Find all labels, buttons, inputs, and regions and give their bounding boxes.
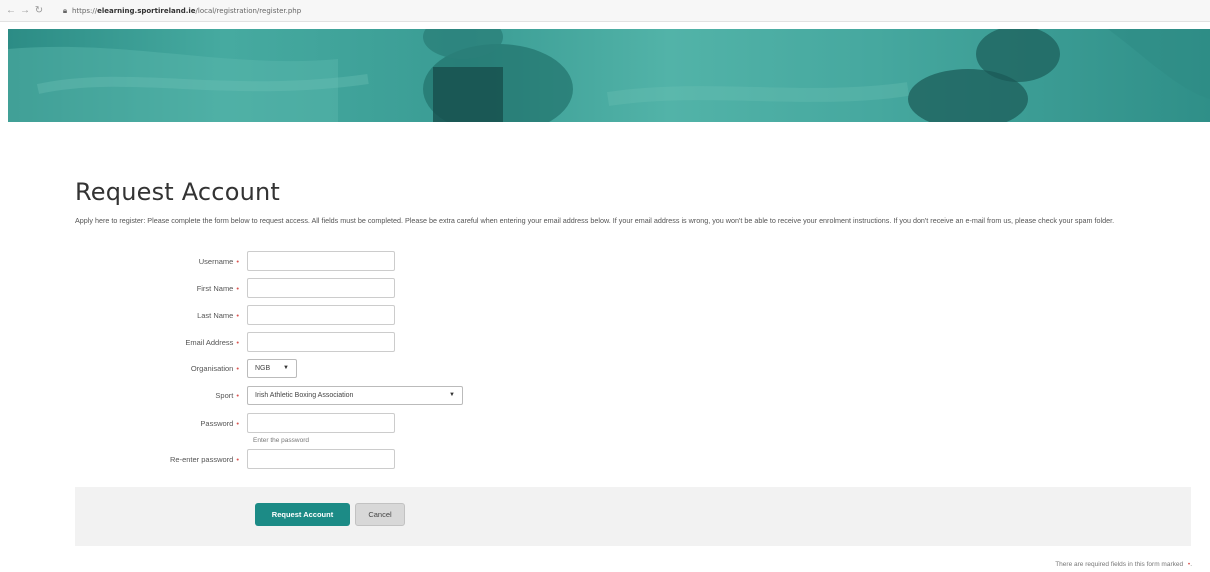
lastname-input[interactable] (247, 305, 395, 325)
required-icon: • (236, 283, 239, 293)
required-fields-note: There are required fields in this form m… (1055, 561, 1192, 568)
url-path: /local/registration/register.php (195, 6, 302, 15)
organisation-row: Organisation • NGB ▼ (75, 358, 297, 378)
hero-banner (8, 29, 1210, 122)
firstname-label: First Name • (196, 283, 239, 293)
username-input[interactable] (247, 251, 395, 271)
repassword-row: Re-enter password • (75, 449, 395, 469)
arrow-left-icon[interactable]: ← (4, 5, 18, 16)
lastname-row: Last Name • (75, 305, 395, 325)
repassword-input[interactable] (247, 449, 395, 469)
username-row: Username • (75, 251, 395, 271)
required-icon: • (236, 256, 239, 266)
lastname-label: Last Name • (197, 310, 239, 320)
url-scheme: https:// (72, 6, 98, 15)
request-account-button[interactable]: Request Account (255, 503, 350, 526)
repassword-label: Re-enter password • (169, 454, 239, 464)
password-label: Password • (200, 418, 239, 428)
sport-select[interactable]: Irish Athletic Boxing Association ▼ (247, 385, 463, 405)
required-icon: • (236, 310, 239, 320)
form-actions-bar (75, 487, 1191, 546)
url-host: elearning.sportireland.ie (97, 6, 196, 15)
sport-value: Irish Athletic Boxing Association (255, 391, 354, 399)
required-icon: • (236, 418, 239, 428)
email-label: Email Address • (185, 337, 239, 347)
address-bar[interactable]: https://elearning.sportireland.ie/local/… (72, 7, 301, 15)
cancel-button[interactable]: Cancel (355, 503, 405, 526)
required-icon: • (236, 454, 239, 464)
required-icon: • (236, 390, 239, 400)
caret-down-icon: ▼ (283, 365, 289, 371)
username-label: Username • (198, 256, 239, 266)
required-icon: • (236, 337, 239, 347)
organisation-select[interactable]: NGB ▼ (247, 358, 297, 378)
organisation-label: Organisation • (190, 363, 239, 373)
firstname-input[interactable] (247, 278, 395, 298)
password-row: Password • (75, 413, 395, 433)
browser-toolbar: ← → ↻ 🔒︎ https://elearning.sportireland.… (0, 0, 1210, 22)
sport-row: Sport • Irish Athletic Boxing Association… (75, 385, 463, 405)
email-row: Email Address • (75, 332, 395, 352)
organisation-value: NGB (255, 364, 271, 372)
arrow-right-icon[interactable]: → (18, 5, 32, 16)
password-input[interactable] (247, 413, 395, 433)
required-icon: • (1187, 561, 1191, 568)
page-title: Request Account (75, 178, 281, 206)
sport-label: Sport • (215, 390, 239, 400)
reload-icon[interactable]: ↻ (32, 5, 46, 16)
email-input[interactable] (247, 332, 395, 352)
caret-down-icon: ▼ (449, 392, 455, 398)
required-icon: • (236, 363, 239, 373)
firstname-row: First Name • (75, 278, 395, 298)
password-help-text: Enter the password (253, 437, 310, 444)
intro-text: Apply here to register: Please complete … (75, 216, 1115, 225)
lock-icon: 🔒︎ (62, 5, 68, 15)
